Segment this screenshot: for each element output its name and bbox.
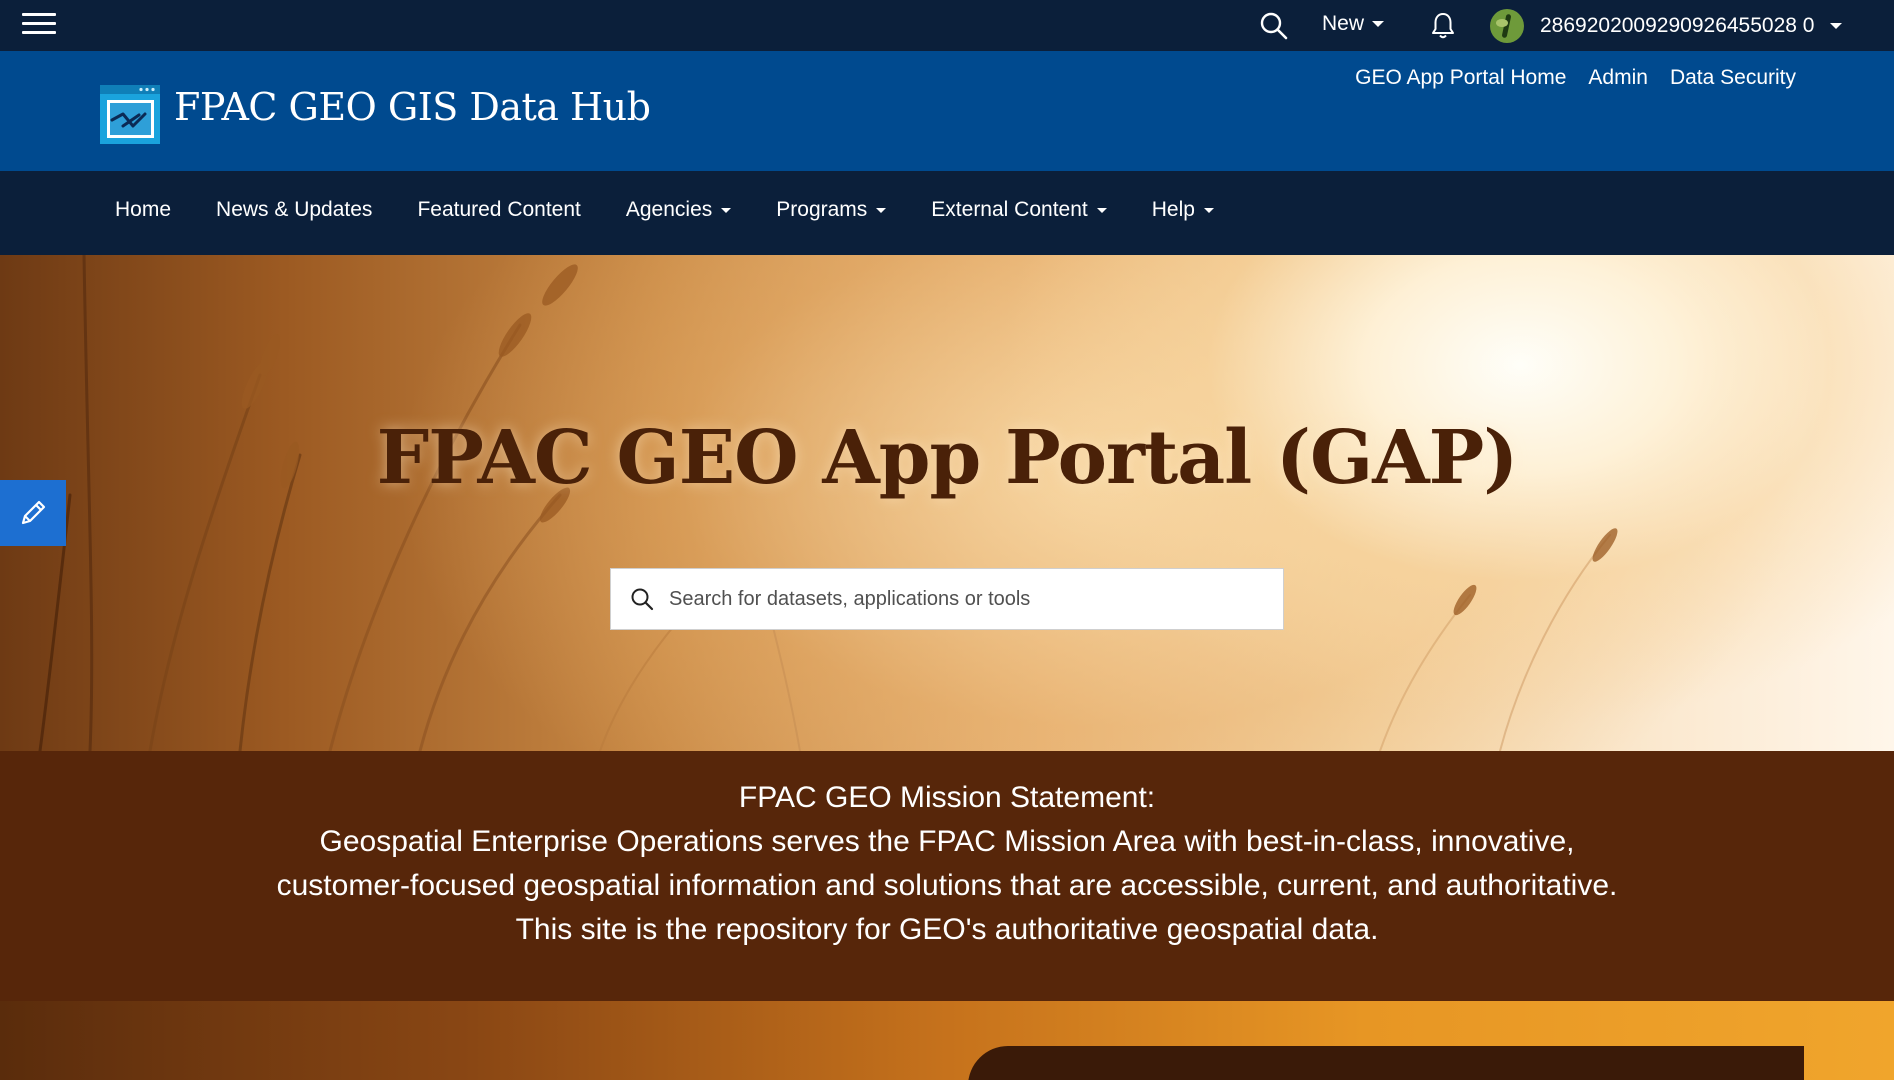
chevron-down-icon — [1372, 21, 1385, 27]
bell-icon[interactable] — [1428, 11, 1458, 41]
hero-banner: FPAC GEO App Portal (GAP) — [0, 255, 1894, 751]
avatar — [1490, 9, 1524, 43]
nav-item-label: Help — [1151, 198, 1195, 221]
search-icon — [631, 588, 654, 611]
new-label: New — [1322, 12, 1365, 35]
nav-item-label: Featured Content — [417, 198, 581, 221]
mission-line: Geospatial Enterprise Operations serves … — [319, 825, 1575, 858]
top-utility-bar: New 2869202009290926455028 0 — [0, 0, 1894, 51]
chevron-down-icon — [1096, 207, 1107, 213]
main-navigation: Home News & Updates Featured Content Age… — [0, 171, 1894, 255]
header-link-data-security[interactable]: Data Security — [1670, 66, 1796, 90]
nav-item-external-content[interactable]: External Content — [931, 198, 1107, 222]
nav-item-help[interactable]: Help — [1152, 198, 1214, 222]
nav-item-label: External Content — [931, 198, 1088, 221]
mission-heading: FPAC GEO Mission Statement: — [738, 781, 1156, 814]
chevron-down-icon — [876, 207, 887, 213]
nav-item-label: Programs — [776, 198, 868, 221]
username: 2869202009290926455028 0 — [1540, 14, 1815, 37]
header-link-geo-app-portal-home[interactable]: GEO App Portal Home — [1355, 66, 1566, 90]
nav-item-label: Home — [115, 198, 172, 221]
search-icon[interactable] — [1258, 10, 1290, 42]
header-links: GEO App Portal Home Admin Data Security — [1355, 66, 1796, 90]
hero-title: FPAC GEO App Portal (GAP) — [376, 415, 1519, 501]
site-logo-icon[interactable] — [99, 84, 161, 145]
nav-item-news-updates[interactable]: News & Updates — [216, 198, 372, 222]
nav-item-label: Agencies — [625, 198, 713, 221]
chevron-down-icon — [1203, 207, 1214, 213]
hamburger-menu-icon[interactable] — [20, 10, 58, 40]
nav-item-agencies[interactable]: Agencies — [625, 198, 732, 222]
user-menu[interactable]: 2869202009290926455028 0 — [1490, 9, 1843, 43]
site-header: FPAC GEO GIS Data Hub GEO App Portal Hom… — [0, 51, 1894, 171]
chevron-down-icon — [721, 207, 732, 213]
wheat-field-background — [38, 255, 1618, 751]
hero-search-input[interactable] — [669, 587, 1249, 611]
edit-page-button[interactable] — [0, 480, 66, 546]
nav-item-featured-content[interactable]: Featured Content — [417, 198, 580, 222]
pencil-icon — [21, 500, 46, 525]
chevron-down-icon — [1830, 23, 1843, 29]
hero-search-box[interactable] — [610, 568, 1284, 630]
mission-line: customer-focused geospatial information … — [276, 869, 1618, 902]
nav-item-label: News & Updates — [216, 198, 373, 221]
mission-statement-section: FPAC GEO Mission Statement: Geospatial E… — [0, 751, 1894, 1001]
site-title[interactable]: FPAC GEO GIS Data Hub — [174, 85, 651, 129]
lower-banner-background — [0, 1001, 1894, 1080]
nav-item-programs[interactable]: Programs — [776, 198, 887, 222]
mission-line: This site is the repository for GEO's au… — [515, 913, 1379, 946]
new-dropdown-button[interactable]: New — [1322, 12, 1385, 36]
content-card — [968, 1046, 1804, 1080]
nav-item-home[interactable]: Home — [115, 198, 171, 222]
header-link-admin[interactable]: Admin — [1588, 66, 1648, 90]
